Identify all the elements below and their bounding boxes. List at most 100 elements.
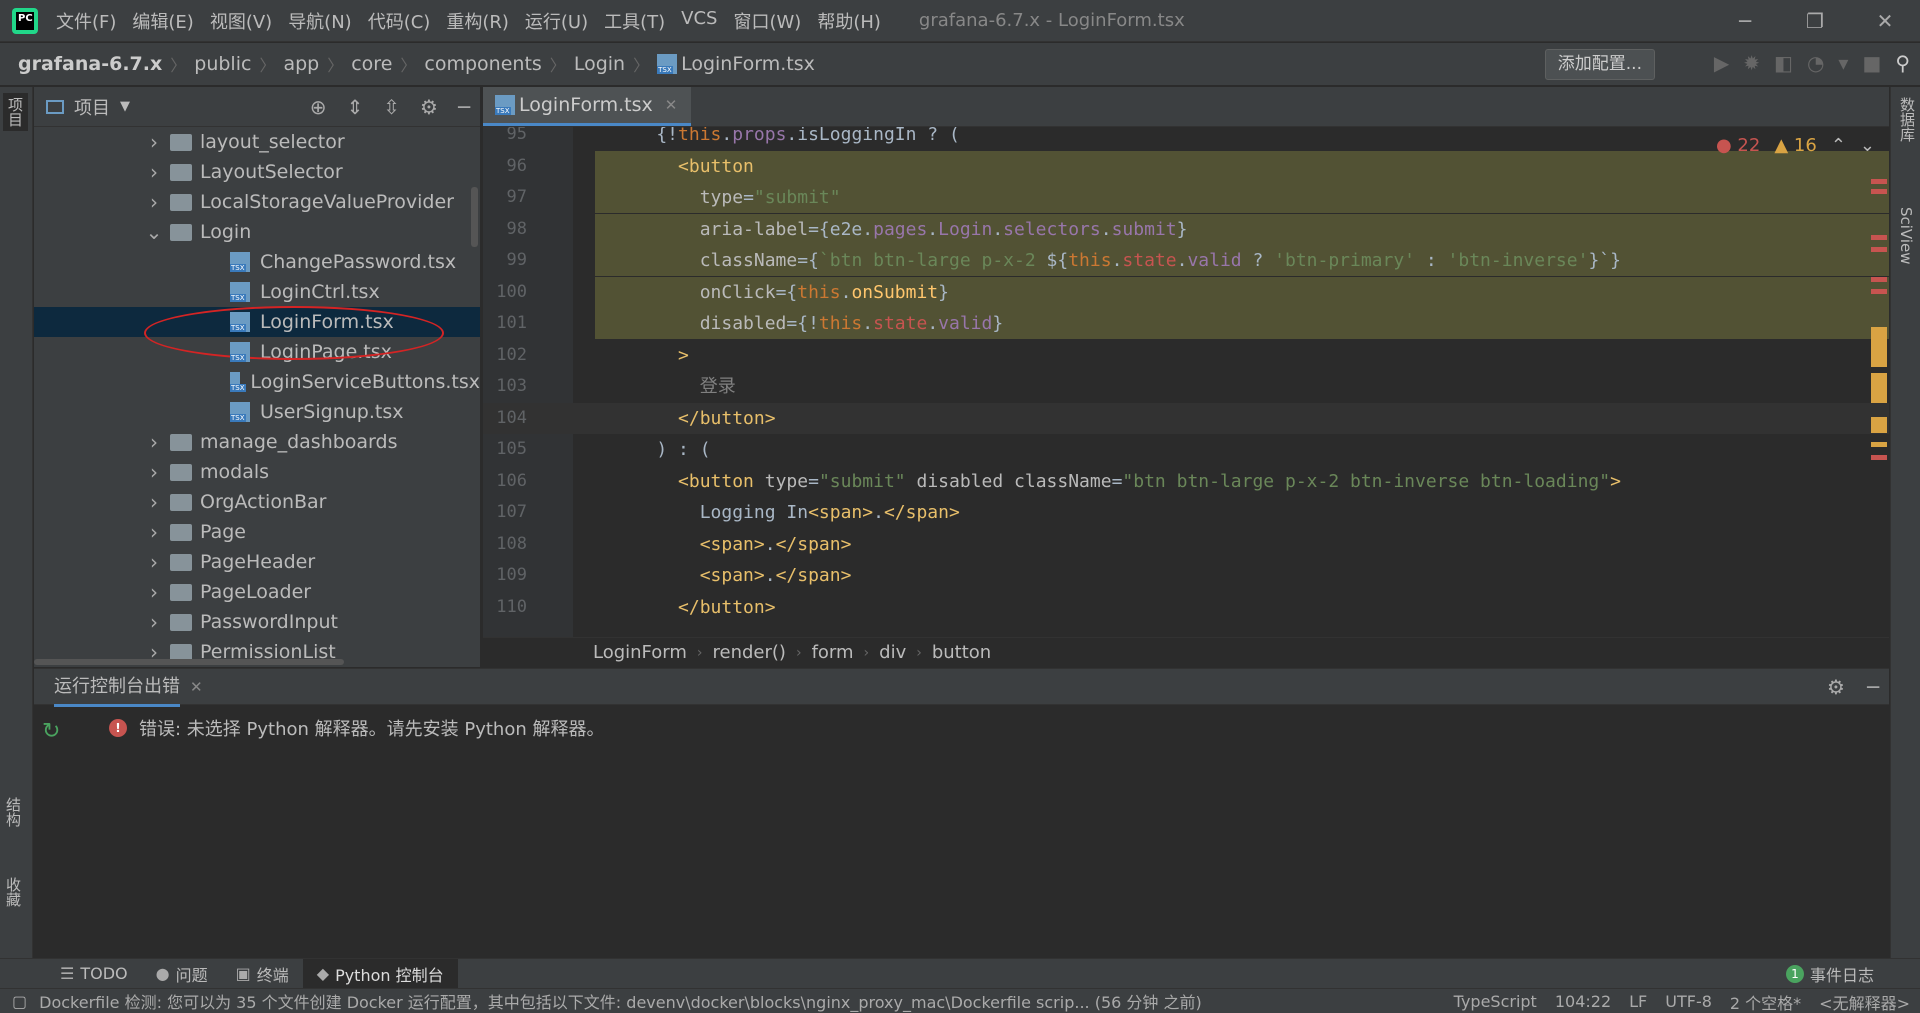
status-interpreter[interactable]: <无解释器> bbox=[1819, 990, 1910, 1013]
favorites-tool-tab[interactable]: 收藏 bbox=[3, 877, 24, 907]
collapse-all-icon[interactable]: ⇳ bbox=[383, 95, 400, 119]
chevron-right-icon[interactable]: › bbox=[144, 610, 164, 634]
hide-icon[interactable]: ─ bbox=[1867, 675, 1879, 699]
editor-breadcrumb-item[interactable]: button bbox=[932, 642, 991, 663]
chevron-down-icon[interactable]: ⌄ bbox=[144, 220, 164, 244]
breadcrumb-item[interactable]: Login bbox=[574, 53, 625, 75]
menu-item[interactable]: 导航(N) bbox=[280, 8, 360, 34]
tree-folder[interactable]: › LocalStorageValueProvider bbox=[34, 187, 480, 217]
tree-folder[interactable]: ⌄ Login bbox=[34, 217, 480, 247]
breadcrumb-item[interactable]: app bbox=[283, 53, 319, 75]
chevron-right-icon[interactable]: › bbox=[144, 550, 164, 574]
chevron-right-icon[interactable]: › bbox=[144, 490, 164, 514]
tree-horizontal-scrollbar[interactable] bbox=[34, 659, 344, 665]
breadcrumb-item[interactable]: core bbox=[351, 53, 392, 75]
tree-folder[interactable]: › PageHeader bbox=[34, 547, 480, 577]
breadcrumb-item[interactable]: components bbox=[424, 53, 541, 75]
tree-folder[interactable]: › PageLoader bbox=[34, 577, 480, 607]
inspection-widget[interactable]: ● 22 ▲ 16 ⌃ ⌄ bbox=[1716, 135, 1875, 156]
dropdown-icon[interactable]: ▾ bbox=[1838, 51, 1848, 75]
tool-window-button[interactable]: ● 问题 bbox=[142, 959, 222, 989]
menu-item[interactable]: 视图(V) bbox=[202, 8, 280, 34]
status-message[interactable]: Dockerfile 检测: 您可以为 35 个文件创建 Docker 运行配置… bbox=[39, 989, 1202, 1013]
menu-item[interactable]: 窗口(W) bbox=[725, 8, 809, 34]
chevron-right-icon[interactable]: › bbox=[144, 580, 164, 604]
tree-folder[interactable]: › Page bbox=[34, 517, 480, 547]
menu-item[interactable]: 代码(C) bbox=[360, 8, 439, 34]
status-line-separator[interactable]: LF bbox=[1629, 992, 1647, 1011]
coverage-icon[interactable]: ◧ bbox=[1774, 51, 1793, 75]
status-language[interactable]: TypeScript bbox=[1454, 992, 1537, 1011]
menu-item[interactable]: VCS bbox=[673, 8, 725, 34]
chevron-down-icon[interactable]: ▼ bbox=[120, 99, 130, 114]
tree-folder[interactable]: › PasswordInput bbox=[34, 607, 480, 637]
menu-item[interactable]: 编辑(E) bbox=[124, 8, 201, 34]
tree-file[interactable]: LoginCtrl.tsx bbox=[34, 277, 480, 307]
tree-folder[interactable]: › LayoutSelector bbox=[34, 157, 480, 187]
breadcrumb-item[interactable]: grafana-6.7.x bbox=[18, 53, 162, 75]
chevron-right-icon[interactable]: › bbox=[144, 430, 164, 454]
close-console-tab-icon[interactable]: ✕ bbox=[190, 678, 203, 696]
tool-window-button[interactable]: ◆ Python 控制台 bbox=[302, 958, 458, 989]
tree-folder[interactable]: › OrgActionBar bbox=[34, 487, 480, 517]
chevron-right-icon[interactable]: › bbox=[144, 190, 164, 214]
debug-icon[interactable]: ✹ bbox=[1743, 51, 1760, 75]
project-tool-tab[interactable]: 项目 bbox=[3, 93, 28, 131]
status-caret-position[interactable]: 104:22 bbox=[1555, 992, 1611, 1011]
expand-all-icon[interactable]: ⇕ bbox=[346, 95, 363, 119]
tool-window-button[interactable]: ▣ 终端 bbox=[222, 959, 303, 989]
tree-folder[interactable]: › layout_selector bbox=[34, 127, 480, 157]
gear-icon[interactable]: ⚙ bbox=[420, 95, 438, 119]
tab-loginform[interactable]: LoginForm.tsx ✕ bbox=[483, 87, 692, 126]
search-icon[interactable]: ⚲ bbox=[1895, 51, 1910, 75]
chevron-right-icon[interactable]: › bbox=[144, 160, 164, 184]
event-log-button[interactable]: 1 事件日志 bbox=[1785, 959, 1874, 989]
breadcrumb-item[interactable]: public bbox=[194, 53, 251, 75]
code-token: = bbox=[808, 470, 819, 492]
editor-breadcrumb-item[interactable]: render() bbox=[713, 642, 786, 663]
status-indent[interactable]: 2 个空格* bbox=[1730, 990, 1801, 1013]
restore-icon[interactable]: ❐ bbox=[1780, 0, 1850, 42]
tree-folder[interactable]: › modals bbox=[34, 457, 480, 487]
chevron-right-icon[interactable]: › bbox=[144, 460, 164, 484]
project-view-selector[interactable]: 项目 bbox=[74, 94, 110, 120]
profile-icon[interactable]: ◔ bbox=[1807, 51, 1824, 75]
stop-icon[interactable]: ■ bbox=[1862, 51, 1881, 75]
run-icon[interactable]: ▶ bbox=[1714, 51, 1729, 75]
locate-icon[interactable]: ⊕ bbox=[310, 95, 327, 119]
chevron-right-icon[interactable]: › bbox=[144, 520, 164, 544]
editor-breadcrumb-item[interactable]: form bbox=[812, 642, 854, 663]
menu-item[interactable]: 帮助(H) bbox=[809, 8, 889, 34]
menu-item[interactable]: 重构(R) bbox=[438, 8, 517, 34]
gear-icon[interactable]: ⚙ bbox=[1827, 675, 1845, 699]
close-tab-icon[interactable]: ✕ bbox=[665, 96, 678, 114]
tree-file[interactable]: ChangePassword.tsx bbox=[34, 247, 480, 277]
layout-icon[interactable]: ▢ bbox=[12, 992, 27, 1011]
tree-file[interactable]: UserSignup.tsx bbox=[34, 397, 480, 427]
menu-item[interactable]: 文件(F) bbox=[48, 8, 124, 34]
tree-scrollbar[interactable] bbox=[471, 187, 478, 247]
tree-file[interactable]: LoginServiceButtons.tsx bbox=[34, 367, 480, 397]
error-stripe[interactable] bbox=[1867, 127, 1889, 637]
console-tab[interactable]: 运行控制台出错 bbox=[54, 666, 180, 707]
structure-tool-tab[interactable]: 结构 bbox=[3, 797, 24, 827]
chevron-right-icon[interactable]: › bbox=[144, 130, 164, 154]
close-icon[interactable]: ✕ bbox=[1850, 0, 1920, 42]
line-number: 102 bbox=[496, 344, 527, 365]
minimize-icon[interactable]: ─ bbox=[1710, 0, 1780, 42]
editor-breadcrumb-item[interactable]: div bbox=[879, 642, 906, 663]
tool-window-button[interactable]: ☰ TODO bbox=[46, 959, 142, 989]
menu-item[interactable]: 工具(T) bbox=[596, 8, 673, 34]
database-tool-tab[interactable]: 数据库 bbox=[1897, 97, 1918, 142]
menu-item[interactable]: 运行(U) bbox=[517, 8, 596, 34]
chevron-up-icon[interactable]: ⌃ bbox=[1831, 135, 1846, 156]
rerun-icon[interactable]: ↻ bbox=[42, 719, 60, 744]
status-encoding[interactable]: UTF-8 bbox=[1665, 992, 1712, 1011]
hide-icon[interactable]: ─ bbox=[458, 95, 470, 119]
add-configuration-button[interactable]: 添加配置... bbox=[1544, 49, 1655, 80]
editor-breadcrumb-item[interactable]: LoginForm bbox=[593, 642, 687, 663]
breadcrumb-item[interactable]: LoginForm.tsx bbox=[681, 53, 815, 75]
sciview-tool-tab[interactable]: SciView bbox=[1897, 207, 1915, 265]
tree-folder[interactable]: › manage_dashboards bbox=[34, 427, 480, 457]
code-view[interactable]: 95 {!this.props.isLoggingIn ? (96 <butto… bbox=[483, 127, 1889, 637]
